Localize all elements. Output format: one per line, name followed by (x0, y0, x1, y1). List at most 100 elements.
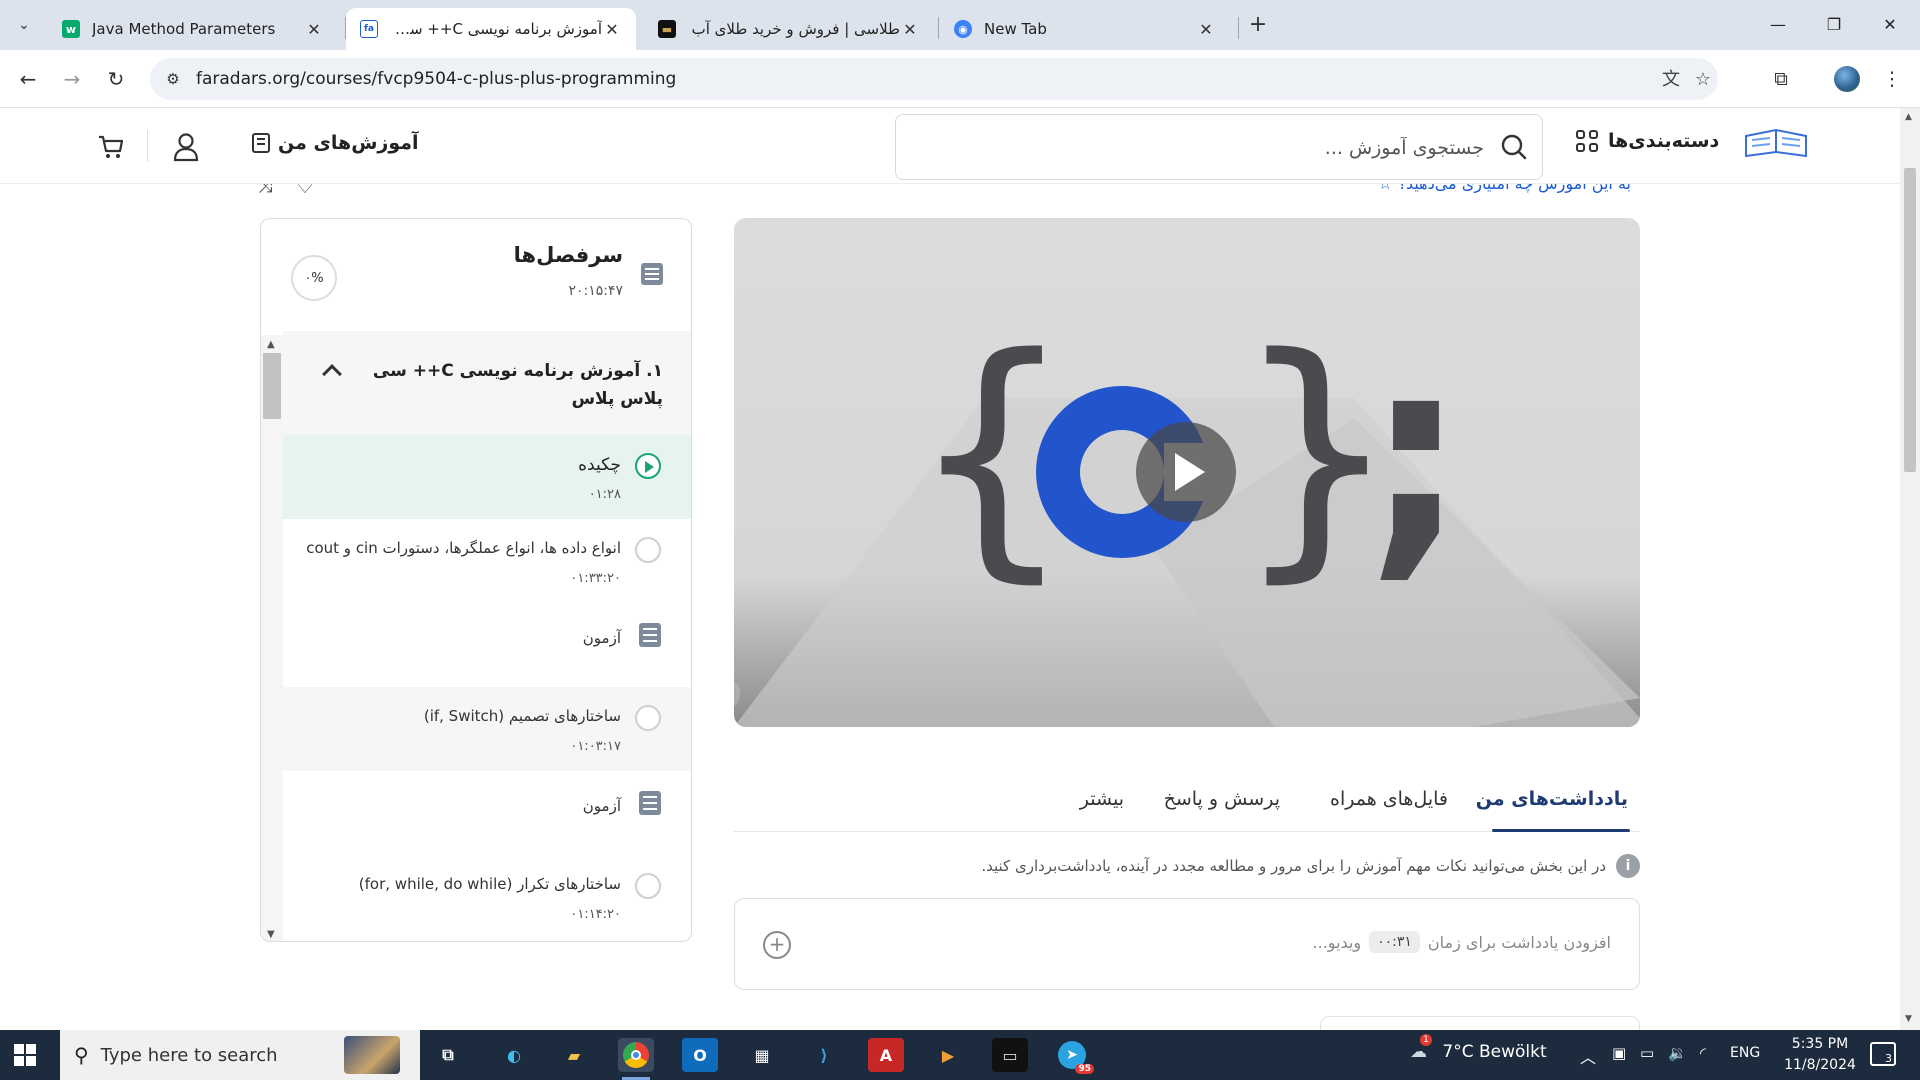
lesson-item[interactable]: انواع داده ها، انواع عملگرها، دستورات ci… (283, 519, 691, 603)
chapter-title: ۱. آموزش برنامه نویسی C++ سی پلاس پلاس (372, 361, 663, 409)
add-note-plus-icon[interactable]: + (763, 931, 791, 959)
show-hidden-icons-chevron-icon[interactable]: ︿ (1580, 1044, 1596, 1068)
page-scrollbar[interactable]: ▲ ▼ (1900, 108, 1920, 1030)
file-explorer-icon[interactable]: ▰ (556, 1038, 592, 1072)
my-courses-link[interactable]: آموزش‌های من (252, 132, 419, 154)
cloud-icon: ☁ 1 (1410, 1034, 1432, 1062)
lesson-item[interactable]: ساختارهای تصمیم (if, Switch) ۰۱:۰۳:۱۷ (283, 687, 691, 771)
battery-icon[interactable]: ▭ (1640, 1044, 1654, 1062)
scroll-up-arrow-icon[interactable]: ▲ (1905, 112, 1912, 122)
acrobat-icon[interactable]: A (868, 1038, 904, 1072)
quiz-item[interactable]: آزمون (283, 771, 691, 855)
edge-icon[interactable]: ◐ (496, 1038, 532, 1072)
notes-hint-text: در این بخش می‌توانید نکات مهم آموزش را ب… (981, 857, 1606, 875)
scroll-down-arrow-icon[interactable]: ▼ (1905, 1014, 1912, 1024)
syllabus-scrollbar[interactable] (261, 335, 283, 941)
bookmark-star-icon[interactable]: ☆ (1690, 67, 1716, 93)
window-close-icon[interactable]: ✕ (1870, 10, 1910, 40)
telegram-icon[interactable]: ➤ 95 (1054, 1038, 1094, 1074)
tab-talasi[interactable]: ▬ طلاسی | فروش و خرید طلای آب ✕ (644, 8, 934, 50)
windows-start-icon[interactable] (14, 1044, 36, 1066)
language-indicator[interactable]: ENG (1730, 1045, 1760, 1061)
syllabus-scroll-thumb[interactable] (263, 353, 281, 419)
search-icon[interactable] (1500, 133, 1528, 161)
clock-date: 11/8/2024 (1784, 1057, 1856, 1073)
close-icon[interactable]: ✕ (304, 20, 324, 39)
lesson-name: انواع داده ها، انواع عملگرها، دستورات ci… (306, 539, 621, 557)
wifi-icon[interactable]: ◜ (1700, 1044, 1706, 1062)
w3schools-favicon-icon: w (62, 20, 80, 38)
terminal-icon[interactable]: ▭ (992, 1038, 1028, 1072)
tab-questions-answers[interactable]: پرسش و پاسخ (1164, 788, 1280, 810)
microsoft-store-icon[interactable]: ▦ (744, 1038, 780, 1072)
add-note-box[interactable]: افزودن یادداشت برای زمان ۰۰:۳۱ ویدیو... … (734, 898, 1640, 990)
minimize-icon[interactable]: — (1758, 10, 1798, 40)
lesson-duration: ۰۱:۲۸ (588, 487, 621, 502)
notification-count: 3 (1885, 1052, 1892, 1065)
url-text[interactable]: faradars.org/courses/fvcp9504-c-plus-plu… (196, 69, 676, 89)
active-tab-underline (1492, 829, 1630, 832)
faradars-favicon-icon: fa (360, 20, 378, 38)
vscode-icon[interactable]: ⟩ (806, 1038, 842, 1072)
taskbar-clock[interactable]: 5:35 PM 11/8/2024 (1774, 1034, 1866, 1076)
scroll-down-arrow-icon[interactable]: ▼ (267, 929, 275, 940)
forward-arrow-icon[interactable]: → (56, 63, 88, 95)
categories-button[interactable]: دسته‌بندی‌ها (1576, 130, 1719, 152)
new-tab-plus-icon[interactable]: + (1244, 12, 1272, 40)
chapter-header[interactable]: ۱. آموزش برنامه نویسی C++ سی پلاس پلاس (283, 331, 691, 435)
lesson-list: چکیده ۰۱:۲۸ انواع داده ها، انواع عملگرها… (283, 435, 691, 939)
menu-dots-icon[interactable]: ⋮ (1876, 63, 1908, 95)
chevron-up-icon[interactable] (322, 364, 342, 384)
tab-my-notes[interactable]: یادداشت‌های من (1476, 788, 1628, 810)
cart-icon[interactable] (97, 132, 125, 160)
course-search-box[interactable] (895, 114, 1543, 180)
tab-java-method-parameters[interactable]: w Java Method Parameters ✕ (48, 8, 338, 50)
translate-icon[interactable]: 文 (1658, 67, 1684, 93)
play-button-icon[interactable] (1136, 422, 1236, 522)
address-bar[interactable]: ⚙ faradars.org/courses/fvcp9504-c-plus-p… (150, 58, 1718, 100)
close-icon[interactable]: ✕ (1196, 20, 1216, 39)
extensions-puzzle-icon[interactable]: ⧉ (1765, 63, 1797, 95)
chrome-icon[interactable] (618, 1038, 654, 1080)
lesson-name: ساختارهای تصمیم (if, Switch) (423, 707, 621, 725)
meet-now-icon[interactable]: ▣ (1612, 1044, 1626, 1062)
media-player-icon[interactable]: ▶ (930, 1038, 966, 1072)
site-settings-icon[interactable]: ⚙ (162, 68, 184, 90)
tab-more[interactable]: بیشتر (1080, 788, 1124, 810)
faradars-logo-icon[interactable] (1744, 128, 1808, 160)
tab-separator (938, 17, 939, 39)
user-icon[interactable] (172, 132, 200, 162)
volume-icon[interactable]: 🔉 (1668, 1044, 1687, 1062)
video-player[interactable]: { } ; فرادرس (734, 218, 1640, 727)
quiz-item[interactable]: آزمون (283, 603, 691, 687)
progress-circle: ۰% (291, 255, 337, 301)
scroll-up-arrow-icon[interactable]: ▲ (267, 339, 275, 350)
outlook-icon[interactable]: O (682, 1038, 718, 1072)
lesson-item[interactable]: ساختارهای تکرار (for, while, do while) ۰… (283, 855, 691, 939)
close-icon[interactable]: ✕ (602, 20, 622, 39)
weather-badge: 1 (1420, 1034, 1432, 1046)
quiz-name: آزمون (582, 629, 621, 647)
restore-icon[interactable]: ❐ (1814, 10, 1854, 40)
notification-center-icon[interactable]: 3 (1870, 1042, 1896, 1066)
reload-icon[interactable]: ↻ (100, 63, 132, 95)
lesson-name: ساختارهای تکرار (for, while, do while) (358, 875, 621, 893)
tab-new-tab[interactable]: ◉ New Tab ✕ (940, 8, 1230, 50)
weather-widget[interactable]: ☁ 1 7°C Bewölkt (1410, 1034, 1547, 1062)
close-icon[interactable]: ✕ (900, 20, 920, 39)
back-arrow-icon[interactable]: ← (12, 63, 44, 95)
svg-text:;: ; (1364, 303, 1468, 605)
profile-avatar[interactable] (1834, 66, 1860, 92)
progress-percent: ۰% (304, 270, 324, 286)
lesson-duration: ۰۱:۱۴:۲۰ (570, 907, 621, 922)
tab-faradars-cpp[interactable]: fa آموزش برنامه نویسی C++ سی پلاس ✕ (346, 8, 636, 50)
course-search-input[interactable] (964, 133, 1484, 163)
task-view-icon[interactable]: ⧉ (430, 1038, 466, 1072)
tab-search-icon[interactable]: ⌄ (12, 13, 36, 37)
page-scroll-thumb[interactable] (1904, 168, 1916, 472)
add-note-prompt[interactable]: افزودن یادداشت برای زمان ۰۰:۳۱ ویدیو... (1313, 931, 1611, 953)
lesson-item[interactable]: چکیده ۰۱:۲۸ (283, 435, 691, 519)
tab-attached-files[interactable]: فایل‌های همراه (1330, 788, 1448, 810)
lesson-duration: ۰۱:۰۳:۱۷ (570, 739, 621, 754)
taskbar-search-box[interactable]: ⚲ Type here to search (60, 1030, 420, 1080)
